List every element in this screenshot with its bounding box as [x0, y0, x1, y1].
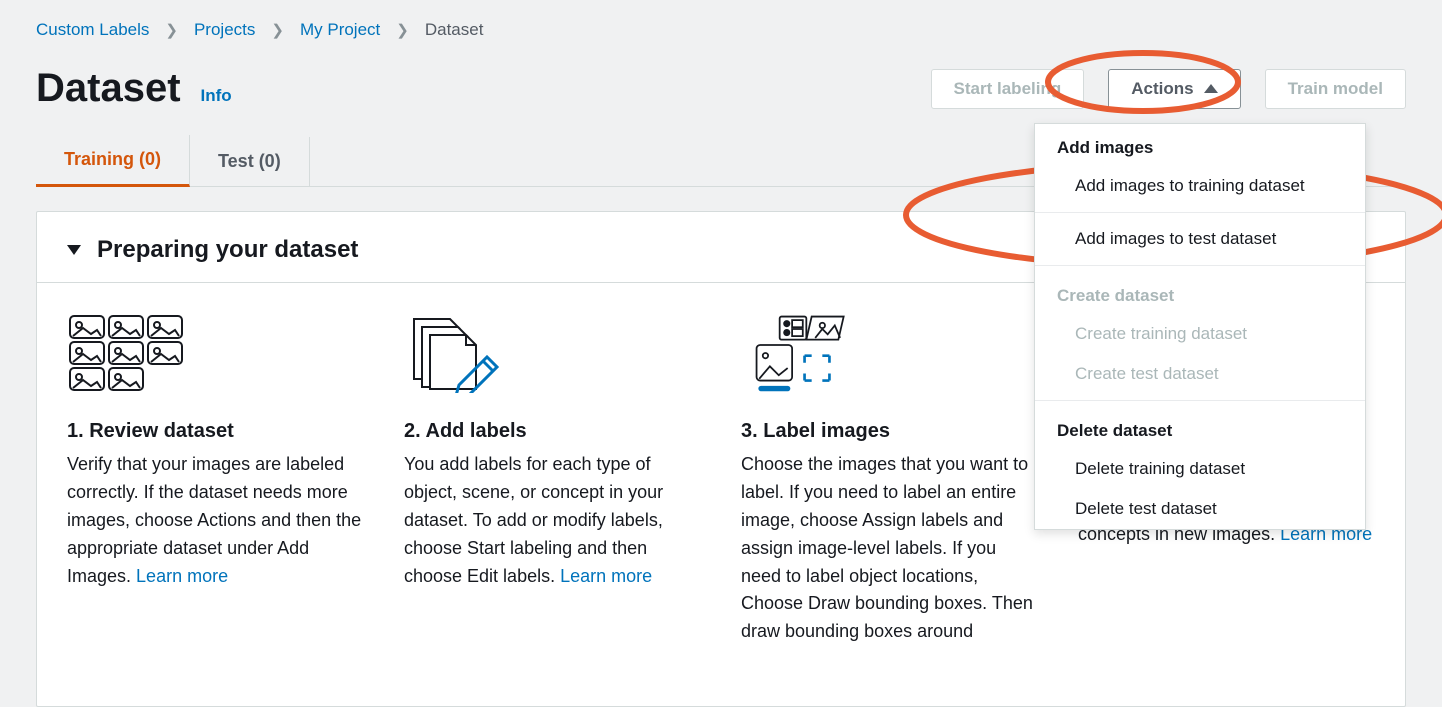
header-actions: Start labeling Actions Train model Add i…	[931, 69, 1406, 109]
card-label-images: 3. Label images Choose the images that y…	[741, 313, 1038, 646]
card-review-dataset: 1. Review dataset Verify that your image…	[67, 313, 364, 646]
breadcrumb-my-project[interactable]: My Project	[300, 20, 380, 40]
start-labeling-button[interactable]: Start labeling	[931, 69, 1085, 109]
actions-dropdown: Add images Add images to training datase…	[1034, 123, 1366, 530]
chevron-right-icon: ❯	[396, 21, 409, 39]
info-link[interactable]: Info	[201, 86, 232, 106]
card-heading: 3. Label images	[741, 420, 1038, 443]
card-body: Choose the images that you want to label…	[741, 451, 1038, 646]
actions-button[interactable]: Actions	[1108, 69, 1240, 109]
card-heading: 2. Add labels	[404, 420, 701, 443]
menu-create-test: Create test dataset	[1035, 354, 1365, 394]
menu-add-images-training[interactable]: Add images to training dataset	[1035, 166, 1365, 206]
chevron-right-icon: ❯	[165, 21, 178, 39]
tab-training[interactable]: Training (0)	[36, 135, 190, 187]
chevron-right-icon: ❯	[271, 21, 284, 39]
images-grid-icon	[67, 313, 187, 393]
menu-group-delete-dataset: Delete dataset	[1035, 407, 1365, 449]
page-title: Dataset	[36, 66, 181, 111]
learn-more-link[interactable]: Learn more	[136, 566, 228, 586]
section-title: Preparing your dataset	[97, 236, 358, 264]
breadcrumb: Custom Labels ❯ Projects ❯ My Project ❯ …	[0, 0, 1442, 48]
menu-group-add-images: Add images	[1035, 124, 1365, 166]
learn-more-link[interactable]: Learn more	[560, 566, 652, 586]
card-add-labels: 2. Add labels You add labels for each ty…	[404, 313, 701, 646]
tab-test[interactable]: Test (0)	[190, 137, 310, 186]
label-images-icon	[741, 313, 861, 393]
card-heading: 1. Review dataset	[67, 420, 364, 443]
triangle-down-icon[interactable]	[67, 245, 81, 255]
menu-add-images-test[interactable]: Add images to test dataset	[1035, 219, 1365, 259]
documents-pencil-icon	[404, 313, 524, 393]
menu-delete-training[interactable]: Delete training dataset	[1035, 449, 1365, 489]
train-model-button[interactable]: Train model	[1265, 69, 1406, 109]
menu-delete-test[interactable]: Delete test dataset	[1035, 489, 1365, 529]
menu-group-create-dataset: Create dataset	[1035, 272, 1365, 314]
breadcrumb-current: Dataset	[425, 20, 484, 40]
menu-create-training: Create training dataset	[1035, 314, 1365, 354]
triangle-up-icon	[1204, 84, 1218, 93]
breadcrumb-custom-labels[interactable]: Custom Labels	[36, 20, 149, 40]
breadcrumb-projects[interactable]: Projects	[194, 20, 255, 40]
actions-button-label: Actions	[1131, 79, 1193, 99]
